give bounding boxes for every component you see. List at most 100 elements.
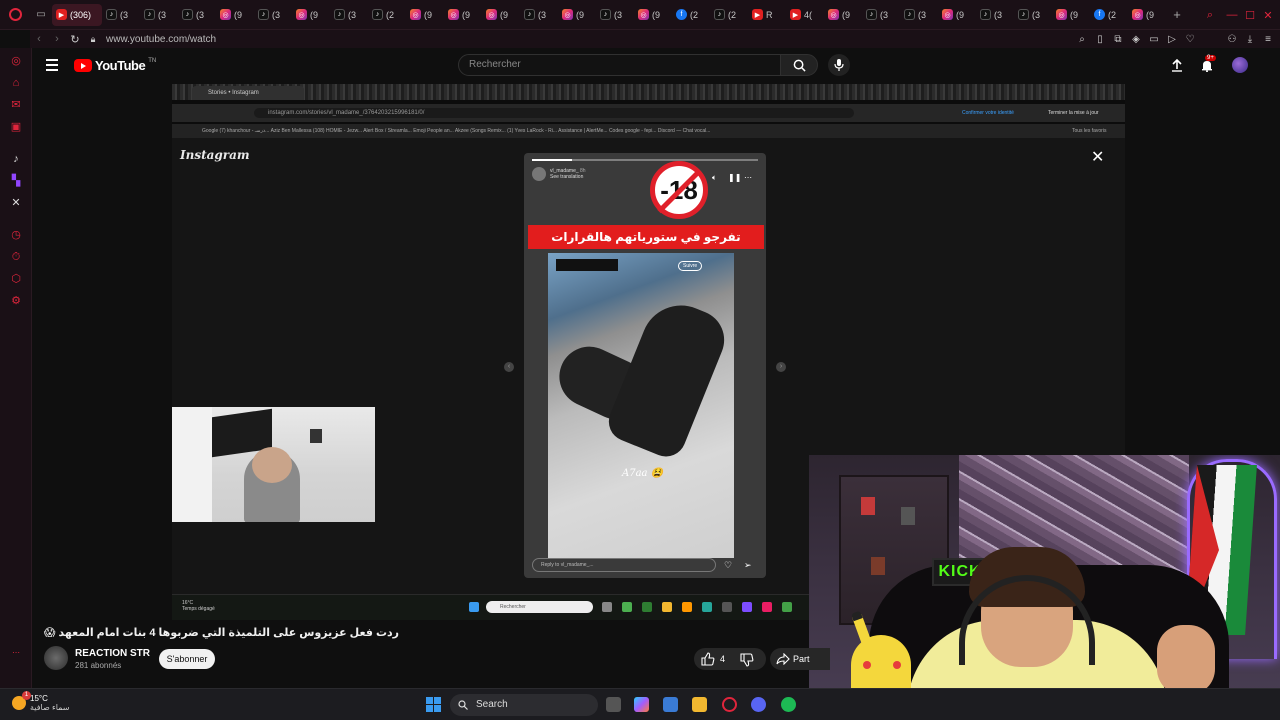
forward-icon[interactable]: ›	[48, 33, 66, 45]
channel-avatar[interactable]	[44, 646, 68, 670]
dislike-icon[interactable]	[740, 653, 754, 667]
history-icon[interactable]: ◷	[9, 228, 23, 242]
address-bar: ‹ › ↻ 🔒︎ www.youtube.com/watch ⌕ ▯ ⧉ ◈ ▭…	[30, 30, 1280, 48]
browser-tab[interactable]: ♪ (3	[900, 4, 938, 26]
share-label: Part	[793, 654, 810, 664]
reload-icon[interactable]: ↻	[66, 33, 84, 46]
zoom-icon[interactable]: ⌕	[1076, 34, 1088, 45]
twitch-sidebar-icon[interactable]: ▚	[9, 174, 23, 188]
browser-menu-icon[interactable]: ≡	[1262, 34, 1274, 45]
tiktok-sidebar-icon[interactable]: ♪	[9, 152, 23, 166]
taskbar-search[interactable]: Search	[450, 694, 598, 716]
x-sidebar-icon[interactable]: ✕	[9, 196, 23, 210]
browser-tab[interactable]: ♪ (3	[976, 4, 1014, 26]
video-browser-url: instagram.com/stories/vl_madame_/3764203…	[254, 108, 854, 118]
back-icon[interactable]: ‹	[30, 33, 48, 45]
screenshot-icon[interactable]: ⧉	[1112, 34, 1124, 45]
tab-label: (306)	[70, 9, 92, 20]
spotify-icon[interactable]	[781, 697, 796, 712]
close-window-button[interactable]: ✕	[1258, 0, 1278, 30]
search-input[interactable]: Rechercher	[458, 54, 782, 76]
settings-icon[interactable]: ⚙	[9, 294, 23, 308]
streamer-cam-inset	[172, 407, 375, 522]
extensions-icon[interactable]: ⬡	[9, 272, 23, 286]
browser-tab[interactable]: ♪ (3	[862, 4, 900, 26]
voice-search-button[interactable]	[828, 54, 850, 76]
browser-tab[interactable]: ♪ (3	[1014, 4, 1052, 26]
tab-label: (9	[842, 9, 851, 20]
browser-tab[interactable]: f (2	[672, 4, 710, 26]
upload-icon	[1172, 58, 1182, 72]
browser-tab[interactable]: ♪ (3	[520, 4, 558, 26]
browser-tab[interactable]: ◎ (9	[558, 4, 596, 26]
bookmark-icon[interactable]: ▯	[1094, 34, 1106, 45]
guide-menu-icon[interactable]	[46, 59, 58, 71]
browser-tab[interactable]: ◎ (9	[216, 4, 254, 26]
browser-tab[interactable]: ♪ (2	[710, 4, 748, 26]
gx-control-icon[interactable]: ◎	[9, 54, 23, 68]
new-tab-button[interactable]: +	[1166, 7, 1188, 22]
browser-tab[interactable]: ◎ (9	[938, 4, 976, 26]
player-icon[interactable]: ▷	[1166, 34, 1178, 45]
account-icon[interactable]: ⚇	[1226, 34, 1238, 45]
clip-caption: A7aa 😫	[622, 468, 664, 479]
discord-icon[interactable]	[751, 697, 766, 712]
subscribe-button[interactable]: S'abonner	[159, 649, 215, 669]
browser-tab[interactable]: ◎ (9	[482, 4, 520, 26]
browser-tab[interactable]: ♪ (3	[102, 4, 140, 26]
store-icon[interactable]	[663, 697, 678, 712]
browser-tab[interactable]: ♪ (3	[254, 4, 292, 26]
tab-youtube-active[interactable]: ▶ (306)	[52, 3, 102, 26]
workspaces-icon[interactable]: ▭	[30, 0, 52, 30]
browser-tab[interactable]: ▶ R	[748, 4, 786, 26]
browser-tab[interactable]: ♪ (3	[596, 4, 634, 26]
create-button[interactable]	[1168, 56, 1186, 74]
browser-tab[interactable]: ♪ (3	[330, 4, 368, 26]
browser-tab[interactable]: ◎ (9	[406, 4, 444, 26]
tab-label: (9	[956, 9, 965, 20]
like-icon[interactable]	[701, 652, 715, 666]
browser-tab[interactable]: ◎ (9	[634, 4, 672, 26]
gx-corner-icon[interactable]: ⌂	[9, 76, 23, 90]
minimize-button[interactable]: —	[1222, 0, 1242, 30]
task-view-icon[interactable]	[606, 697, 621, 712]
opera-gx-taskbar-icon[interactable]	[722, 697, 737, 712]
browser-tab[interactable]: ♪ (2	[368, 4, 406, 26]
pip-icon[interactable]: ▭	[1148, 34, 1160, 45]
video-app-icon	[622, 602, 632, 612]
browser-tab[interactable]: ◎ (9	[1128, 4, 1166, 26]
youtube-logo[interactable]: YouTube TN	[74, 58, 156, 73]
account-avatar[interactable]	[1232, 57, 1248, 73]
messenger-icon[interactable]: ✉	[9, 98, 23, 112]
file-explorer-icon[interactable]	[692, 697, 707, 712]
start-button[interactable]	[426, 697, 441, 712]
tiktok-favicon-icon: ♪	[714, 9, 725, 20]
url-field[interactable]: www.youtube.com/watch	[102, 34, 216, 45]
taskbar-weather[interactable]: 15°C سماء صافية	[12, 694, 70, 712]
opera-gx-logo-icon[interactable]	[0, 0, 30, 30]
tiktok-favicon-icon: ♪	[334, 9, 345, 20]
channel-name[interactable]: REACTION STR	[75, 648, 150, 659]
maximize-button[interactable]: ☐	[1240, 0, 1260, 30]
browser-tab[interactable]: ♪ (3	[140, 4, 178, 26]
more-icon[interactable]: ⋯	[9, 646, 23, 660]
browser-tab[interactable]: ◎ (9	[1052, 4, 1090, 26]
video-windows-icon	[469, 602, 479, 612]
search-tabs-icon[interactable]: ⌕	[1200, 0, 1220, 30]
search-button[interactable]	[780, 54, 818, 76]
browser-tab[interactable]: f (2	[1090, 4, 1128, 26]
copilot-icon[interactable]	[634, 697, 649, 712]
download-icon[interactable]: ⤓	[1244, 34, 1256, 45]
clock-icon[interactable]: ⏱	[9, 250, 23, 264]
browser-tab[interactable]: ◎ (9	[444, 4, 482, 26]
heart-icon[interactable]: ♡	[1184, 34, 1196, 45]
instagram-favicon-icon: ◎	[410, 9, 421, 20]
browser-tab[interactable]: ◎ (9	[824, 4, 862, 26]
vpn-icon[interactable]: ◈	[1130, 34, 1142, 45]
instagram-favicon-icon: ◎	[828, 9, 839, 20]
browser-tab[interactable]: ◎ (9	[292, 4, 330, 26]
browser-tab[interactable]: ▶ 4(	[786, 4, 824, 26]
gx-news-icon[interactable]: ▣	[9, 120, 23, 134]
story-close-icon: ✕	[1091, 149, 1105, 166]
browser-tab[interactable]: ♪ (3	[178, 4, 216, 26]
